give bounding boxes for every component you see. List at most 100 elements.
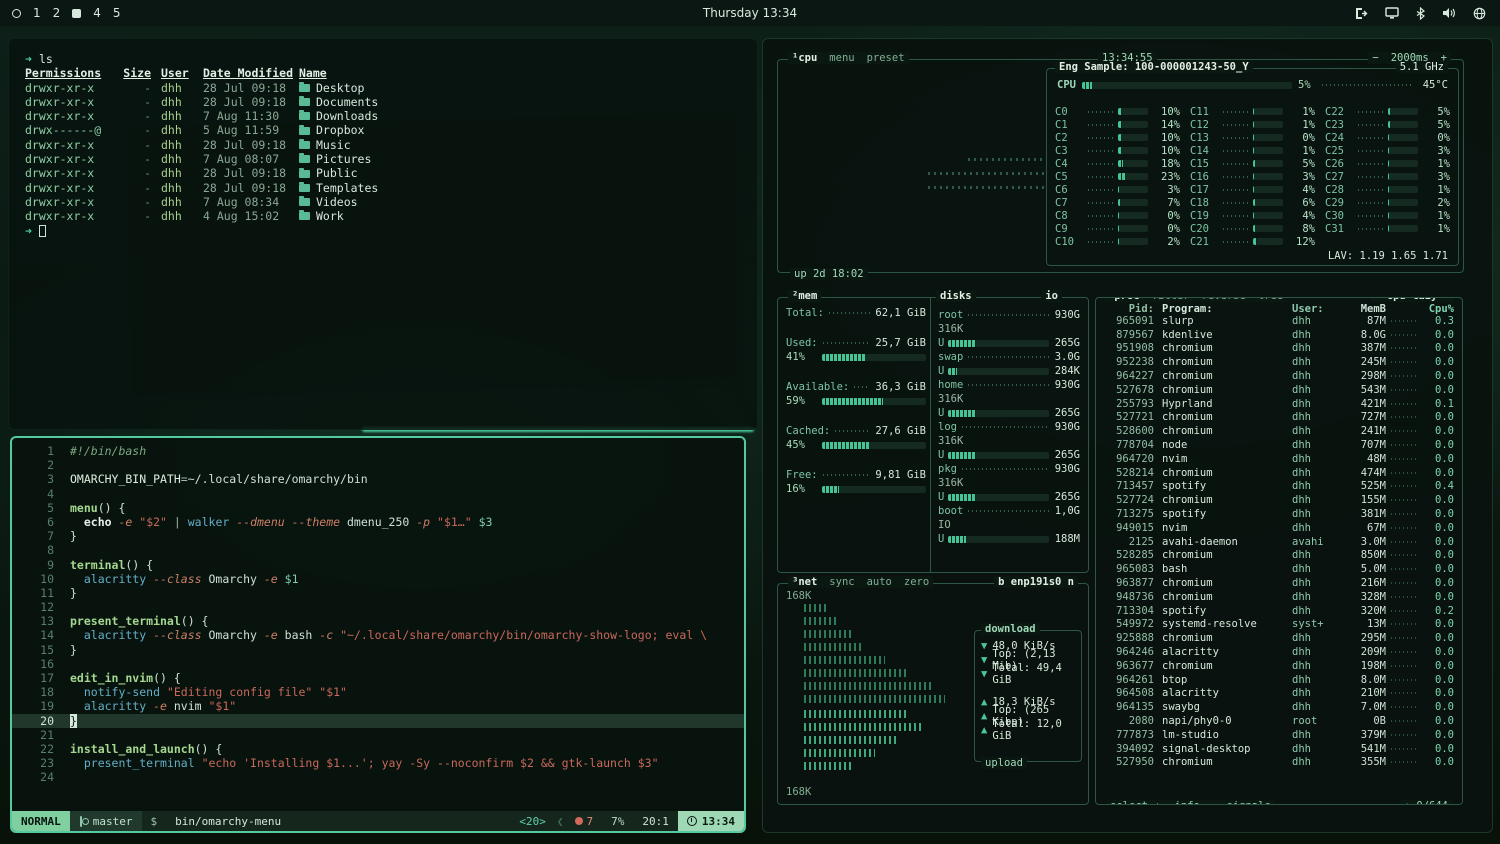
process-row[interactable]: 964720nvimdhh48M0.0 bbox=[1096, 452, 1462, 466]
tab-reverse[interactable]: reverse bbox=[1202, 297, 1246, 302]
process-row[interactable]: 964261btopdhh8.0M0.0 bbox=[1096, 673, 1462, 687]
process-row[interactable]: 925888chromiumdhh295M0.0 bbox=[1096, 631, 1462, 645]
tab-tree[interactable]: tree bbox=[1258, 297, 1283, 302]
disk-entry: log930G316KU265G bbox=[938, 420, 1080, 462]
process-row[interactable]: 948736chromiumdhh328M0.0 bbox=[1096, 590, 1462, 604]
tab-filter[interactable]: filter bbox=[1152, 297, 1190, 302]
scroll-down-icon[interactable]: ↓ bbox=[1404, 800, 1410, 805]
net-stats-panel: download ▼48,0 KiB/s▼Top: (2,13 Mib)▼Tot… bbox=[974, 630, 1082, 762]
tab-sync[interactable]: sync bbox=[829, 576, 854, 588]
process-row[interactable]: 964246alacrittydhh209M0.0 bbox=[1096, 645, 1462, 659]
ls-rows: drwxr-xr-x-dhh28 Jul 09:18Desktopdrwxr-x… bbox=[25, 81, 757, 224]
workspace-active-icon[interactable] bbox=[12, 9, 21, 18]
terminal-window-ls[interactable]: ➜ ls PermissionsSizeUserDate ModifiedNam… bbox=[8, 38, 758, 430]
git-branch: master bbox=[70, 811, 142, 831]
proc-sort-mode[interactable]: ‹ cpu lazy › bbox=[1370, 297, 1454, 302]
bluetooth-icon[interactable] bbox=[1416, 7, 1425, 20]
editor-code[interactable]: 1#!/bin/bash23OMARCHY_BIN_PATH=~/.local/… bbox=[12, 438, 744, 811]
footer-key[interactable]: info ↵ bbox=[1175, 800, 1213, 805]
ls-header: Name bbox=[299, 66, 757, 80]
editor-statusbar: NORMAL master $ bin/omarchy-menu <20> ❮ … bbox=[12, 811, 744, 831]
process-row[interactable]: 2125avahi-daemonavahi3.0M0.0 bbox=[1096, 535, 1462, 549]
net-interface[interactable]: b enp191s0 n bbox=[994, 576, 1078, 588]
process-row[interactable]: 964227chromiumdhh298M0.0 bbox=[1096, 369, 1462, 383]
workspace-5[interactable]: 5 bbox=[113, 6, 121, 20]
process-row[interactable]: 713275spotifydhh381M0.0 bbox=[1096, 507, 1462, 521]
process-row[interactable]: 963877chromiumdhh216M0.0 bbox=[1096, 576, 1462, 590]
btop-proc-box: ⁴procfilterreversetree ‹ cpu lazy › Pid:… bbox=[1095, 297, 1463, 805]
cpu-core-row: C208% bbox=[1190, 222, 1315, 235]
mem-stat: Total:62,1 GiB bbox=[786, 306, 926, 320]
cpu-core-panel: Eng Sample: 100-000001243-50_Y 5.1 GHz C… bbox=[1046, 68, 1459, 266]
tab-menu[interactable]: menu bbox=[829, 52, 854, 64]
cpu-core-row: C163% bbox=[1190, 170, 1315, 183]
process-row[interactable]: 964135swaybgdhh7.0M0.0 bbox=[1096, 700, 1462, 714]
process-row[interactable]: 549972systemd-resolvesyst+13M0.0 bbox=[1096, 618, 1462, 632]
process-row[interactable]: 394092signal-desktopdhh541M0.0 bbox=[1096, 742, 1462, 756]
process-row[interactable]: 965083bashdhh5.0M0.0 bbox=[1096, 562, 1462, 576]
process-row[interactable]: 952238chromiumdhh245M0.0 bbox=[1096, 355, 1462, 369]
editor-line: 17edit_in_nvim() { bbox=[12, 671, 744, 685]
col-mem: MemB bbox=[1342, 303, 1386, 315]
disks-tab[interactable]: disks bbox=[936, 290, 976, 302]
process-row[interactable]: 963677chromiumdhh198M0.0 bbox=[1096, 659, 1462, 673]
display-icon[interactable] bbox=[1385, 7, 1399, 19]
process-row[interactable]: 528285chromiumdhh850M0.0 bbox=[1096, 549, 1462, 563]
editor-line: 1#!/bin/bash bbox=[12, 444, 744, 458]
process-row[interactable]: 777873lm-studiodhh379M0.0 bbox=[1096, 728, 1462, 742]
volume-icon[interactable] bbox=[1442, 7, 1456, 19]
cpu-core-row: C141% bbox=[1190, 144, 1315, 157]
uptime: up 2d 18:02 bbox=[790, 268, 868, 280]
process-row[interactable]: 527721chromiumdhh727M0.0 bbox=[1096, 411, 1462, 425]
tab-cpu[interactable]: ¹cpu bbox=[792, 52, 817, 64]
cpu-total-label: CPU bbox=[1057, 79, 1076, 91]
editor-window-nvim[interactable]: 1#!/bin/bash23OMARCHY_BIN_PATH=~/.local/… bbox=[10, 436, 746, 833]
network-globe-icon[interactable] bbox=[1473, 7, 1486, 20]
workspace-occupied-icon[interactable] bbox=[72, 9, 81, 18]
process-row[interactable]: 527724chromiumdhh155M0.0 bbox=[1096, 493, 1462, 507]
tab-zero[interactable]: zero bbox=[904, 576, 929, 588]
process-row[interactable]: 527678chromiumdhh543M0.0 bbox=[1096, 383, 1462, 397]
workspace-1[interactable]: 1 bbox=[33, 6, 41, 20]
tab-net[interactable]: ³net bbox=[792, 576, 817, 588]
net-box-tabs: ³net sync auto zero bbox=[788, 576, 933, 588]
diagnostics-count: 7 bbox=[566, 811, 603, 831]
process-row[interactable]: 778704nodedhh707M0.0 bbox=[1096, 438, 1462, 452]
process-row[interactable]: 964508alacrittydhh210M0.0 bbox=[1096, 687, 1462, 701]
process-row[interactable]: 255793Hyprlanddhh421M0.1 bbox=[1096, 397, 1462, 411]
process-row[interactable]: 2080napi/phy0-0root0B0.0 bbox=[1096, 714, 1462, 728]
workspace-4[interactable]: 4 bbox=[93, 6, 101, 20]
process-row[interactable]: 527950chromiumdhh355M0.0 bbox=[1096, 756, 1462, 770]
cpu-core-row: C130% bbox=[1190, 131, 1315, 144]
shell-prompt-empty[interactable]: ➜ bbox=[25, 224, 757, 238]
tab-auto[interactable]: auto bbox=[867, 576, 892, 588]
statusbar-separator: ❮ bbox=[555, 815, 566, 828]
footer-key[interactable]: select ↓ bbox=[1110, 800, 1161, 805]
workspace-2[interactable]: 2 bbox=[53, 6, 61, 20]
git-branch-icon bbox=[79, 816, 88, 827]
process-row[interactable]: 713457spotifydhh525M0.4 bbox=[1096, 480, 1462, 494]
btop-window[interactable]: ¹cpumenupreset 13:34:55 − 2000ms + Eng S… bbox=[762, 38, 1493, 833]
process-row[interactable]: 879567kdenlivedhh8.0G0.0 bbox=[1096, 328, 1462, 342]
ls-header: Date Modified bbox=[193, 66, 299, 80]
process-row[interactable]: 528214chromiumdhh474M0.0 bbox=[1096, 466, 1462, 480]
ls-header: Size bbox=[121, 66, 151, 80]
process-row[interactable]: 713304spotifydhh320M0.2 bbox=[1096, 604, 1462, 618]
cpu-temperature: 45°C bbox=[1423, 79, 1448, 91]
tab-preset[interactable]: preset bbox=[867, 52, 905, 64]
tab-proc[interactable]: ⁴proc bbox=[1108, 297, 1140, 302]
logout-icon[interactable] bbox=[1355, 7, 1368, 20]
editor-line: 10 alacritty --class Omarchy -e $1 bbox=[12, 572, 744, 586]
cpu-cores-col-3: C225%C235%C240%C253%C261%C273%C281%C292%… bbox=[1325, 105, 1450, 248]
process-row[interactable]: 949015nvimdhh67M0.0 bbox=[1096, 521, 1462, 535]
io-tab[interactable]: io bbox=[1041, 290, 1062, 302]
process-row[interactable]: 528600chromiumdhh241M0.0 bbox=[1096, 424, 1462, 438]
cpu-core-row: C155% bbox=[1190, 157, 1315, 170]
cpu-core-row: C194% bbox=[1190, 209, 1315, 222]
mem-box-tab[interactable]: ²mem bbox=[788, 290, 821, 302]
refresh-minus-button[interactable]: − bbox=[1372, 52, 1378, 64]
process-row[interactable]: 965091slurpdhh87M0.3 bbox=[1096, 314, 1462, 328]
proc-scroll-indicator[interactable]: ↓ 0/644 bbox=[1400, 800, 1452, 805]
process-row[interactable]: 951908chromiumdhh387M0.0 bbox=[1096, 342, 1462, 356]
footer-key[interactable]: signals bbox=[1227, 800, 1271, 805]
